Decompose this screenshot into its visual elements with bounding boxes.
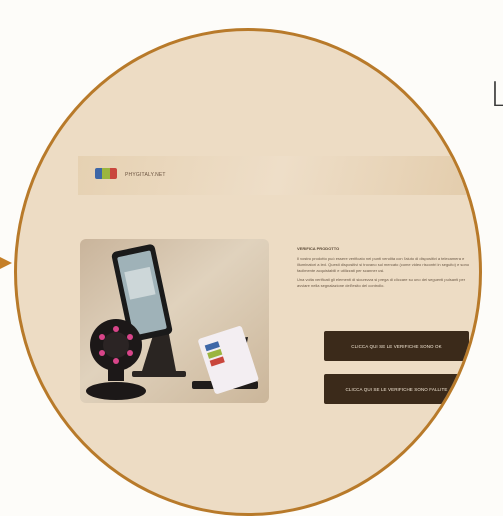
devices-illustration	[86, 244, 259, 400]
product-verification-photo	[80, 239, 269, 403]
section-title: VERIFICA PRODOTTO	[297, 246, 340, 251]
brand-name-link[interactable]: PHYGITALY.NET	[125, 172, 166, 178]
arrow-pointer-icon	[0, 257, 12, 269]
verification-failed-button[interactable]: CLICCA QUI SE LE VERIFICHE SONO FALLITE	[324, 374, 469, 404]
website-page-preview: PHYGITALY.NET VERIFICA PRODOTTO Il vostr…	[78, 156, 479, 426]
phygitaly-logo-icon[interactable]	[95, 168, 117, 179]
paragraph-instructions: Una volta verificati gli elementi di sic…	[297, 277, 466, 288]
verification-ok-button[interactable]: CLICCA QUI SE LE VERIFICHE SONO OK	[324, 331, 469, 361]
site-header: PHYGITALY.NET	[78, 156, 479, 195]
verification-text-block: VERIFICA PRODOTTO Il vostro prodotto può…	[297, 246, 477, 292]
paragraph-intro: Il vostro prodotto può essere verificato…	[297, 256, 470, 273]
zoom-circle-frame: PHYGITALY.NET VERIFICA PRODOTTO Il vostr…	[14, 28, 482, 516]
partial-heading-letter: L	[490, 75, 503, 115]
